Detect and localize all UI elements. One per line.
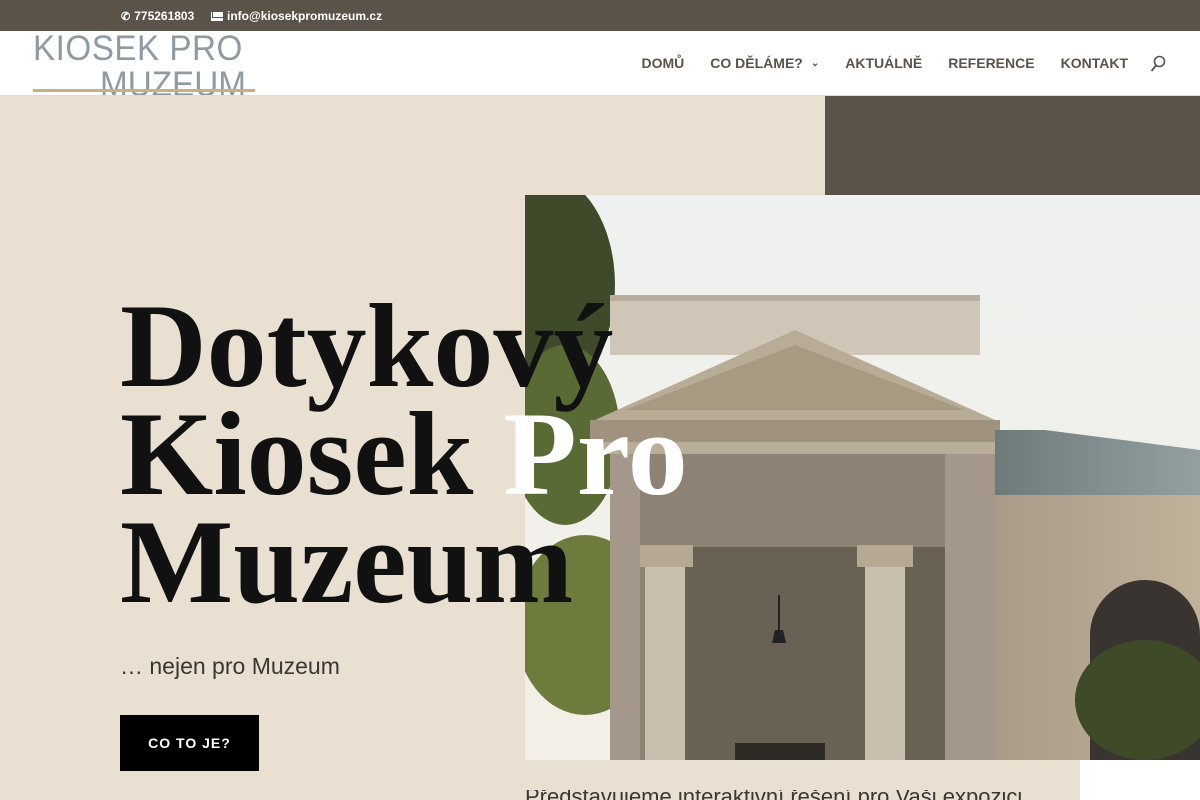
nav-label: AKTUÁLNĚ (845, 55, 923, 71)
nav-item-aktualne[interactable]: AKTUÁLNĚ (845, 55, 922, 71)
nav-item-kontakt[interactable]: KONTAKT (1061, 55, 1128, 71)
nav-label: REFERENCE (948, 55, 1035, 71)
hero-title-line-1: Dotykový (120, 279, 614, 412)
site-header: KIOSEK PRO MUZEUM DOMŮ CO DĚLÁME? ⌄ AKTU… (0, 31, 1200, 96)
envelope-icon (211, 11, 223, 21)
nav-label: CO DĚLÁME? (710, 55, 803, 71)
hero-subtitle: … nejen pro Muzeum (120, 653, 340, 679)
nav-item-co-delame[interactable]: CO DĚLÁME? ⌄ (710, 55, 819, 71)
email-contact[interactable]: info@kiosekpromuzeum.cz (211, 9, 382, 23)
hero-title-line-2: Kiosek Pro (120, 394, 688, 514)
nav-label: DOMŮ (641, 55, 685, 71)
nav-item-domu[interactable]: DOMŮ (642, 55, 685, 71)
top-bar: ✆ 775261803 info@kiosekpromuzeum.cz (0, 0, 1200, 31)
logo-line-1: KIOSEK PRO (33, 31, 243, 68)
logo-underline (33, 89, 255, 92)
email-address[interactable]: info@kiosekpromuzeum.cz (227, 9, 382, 23)
phone-number[interactable]: 775261803 (134, 9, 194, 23)
hero-title: Dotykový Kiosek Pro Muzeum (120, 279, 688, 628)
chevron-down-icon: ⌄ (810, 57, 820, 69)
intro-text: Představujeme interaktivní řešení pro Va… (525, 790, 1045, 800)
intro-text-cut-off: Představujeme interaktivní řešení pro Va… (525, 790, 1045, 800)
search-icon[interactable] (1150, 55, 1166, 73)
nav-label: KONTAKT (1060, 55, 1128, 71)
cta-button[interactable]: CO TO JE? (120, 715, 259, 771)
decorative-dark-block (825, 96, 1200, 196)
site-logo[interactable]: KIOSEK PRO MUZEUM (33, 31, 257, 95)
phone-contact[interactable]: ✆ 775261803 (121, 9, 194, 23)
hero-title-line-3: Muzeum (120, 495, 574, 628)
nav-item-reference[interactable]: REFERENCE (948, 55, 1034, 71)
decorative-white-block (1080, 760, 1200, 800)
phone-icon: ✆ (121, 10, 131, 23)
main-nav: DOMŮ CO DĚLÁME? ⌄ AKTUÁLNĚ REFERENCE KON… (616, 55, 1129, 71)
